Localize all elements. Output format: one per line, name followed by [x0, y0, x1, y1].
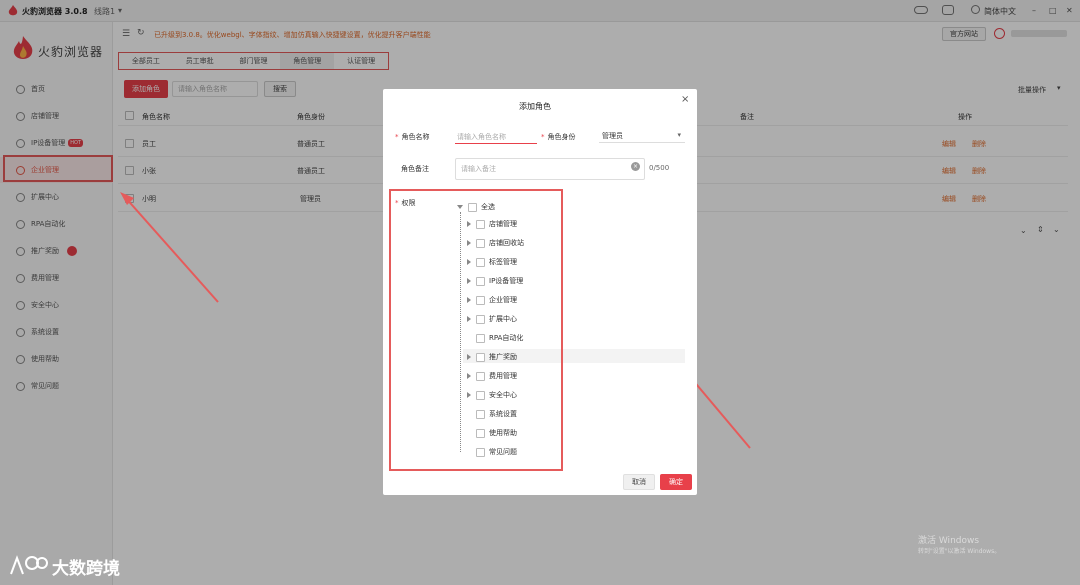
chevron-down-icon: ▾ [677, 131, 681, 139]
cancel-button[interactable]: 取消 [623, 474, 655, 490]
remark-counter: 0/500 [649, 164, 670, 172]
confirm-button[interactable]: 确定 [660, 474, 692, 490]
brand-watermark: 大数跨境 [52, 559, 120, 579]
role-remark-input[interactable]: 请输入备注 [455, 158, 645, 180]
role-identity-select[interactable]: 管理员 ▾ [599, 127, 685, 143]
role-name-input[interactable]: 请输入角色名称 [455, 128, 537, 144]
role-remark-label: 角色备注 [401, 165, 429, 173]
role-identity-label: * 角色身份 [541, 133, 576, 141]
clear-icon[interactable]: × [631, 162, 640, 171]
highlight-box-permissions [389, 189, 563, 471]
windows-activation-title: 激活 Windows [918, 536, 980, 546]
brand-logo-icon [10, 555, 48, 575]
role-name-label: * 角色名称 [395, 133, 430, 141]
close-icon[interactable]: × [681, 94, 689, 105]
add-role-dialog: 添加角色 × * 角色名称 请输入角色名称 * 角色身份 管理员 ▾ 角色备注 请输入… [383, 89, 697, 495]
windows-activation-subtitle: 转到"设置"以激活 Windows。 [918, 548, 1001, 555]
arrow-head-sidebar [120, 192, 134, 205]
arrow-line-sidebar [123, 195, 219, 303]
dialog-title: 添加角色 [519, 102, 551, 111]
